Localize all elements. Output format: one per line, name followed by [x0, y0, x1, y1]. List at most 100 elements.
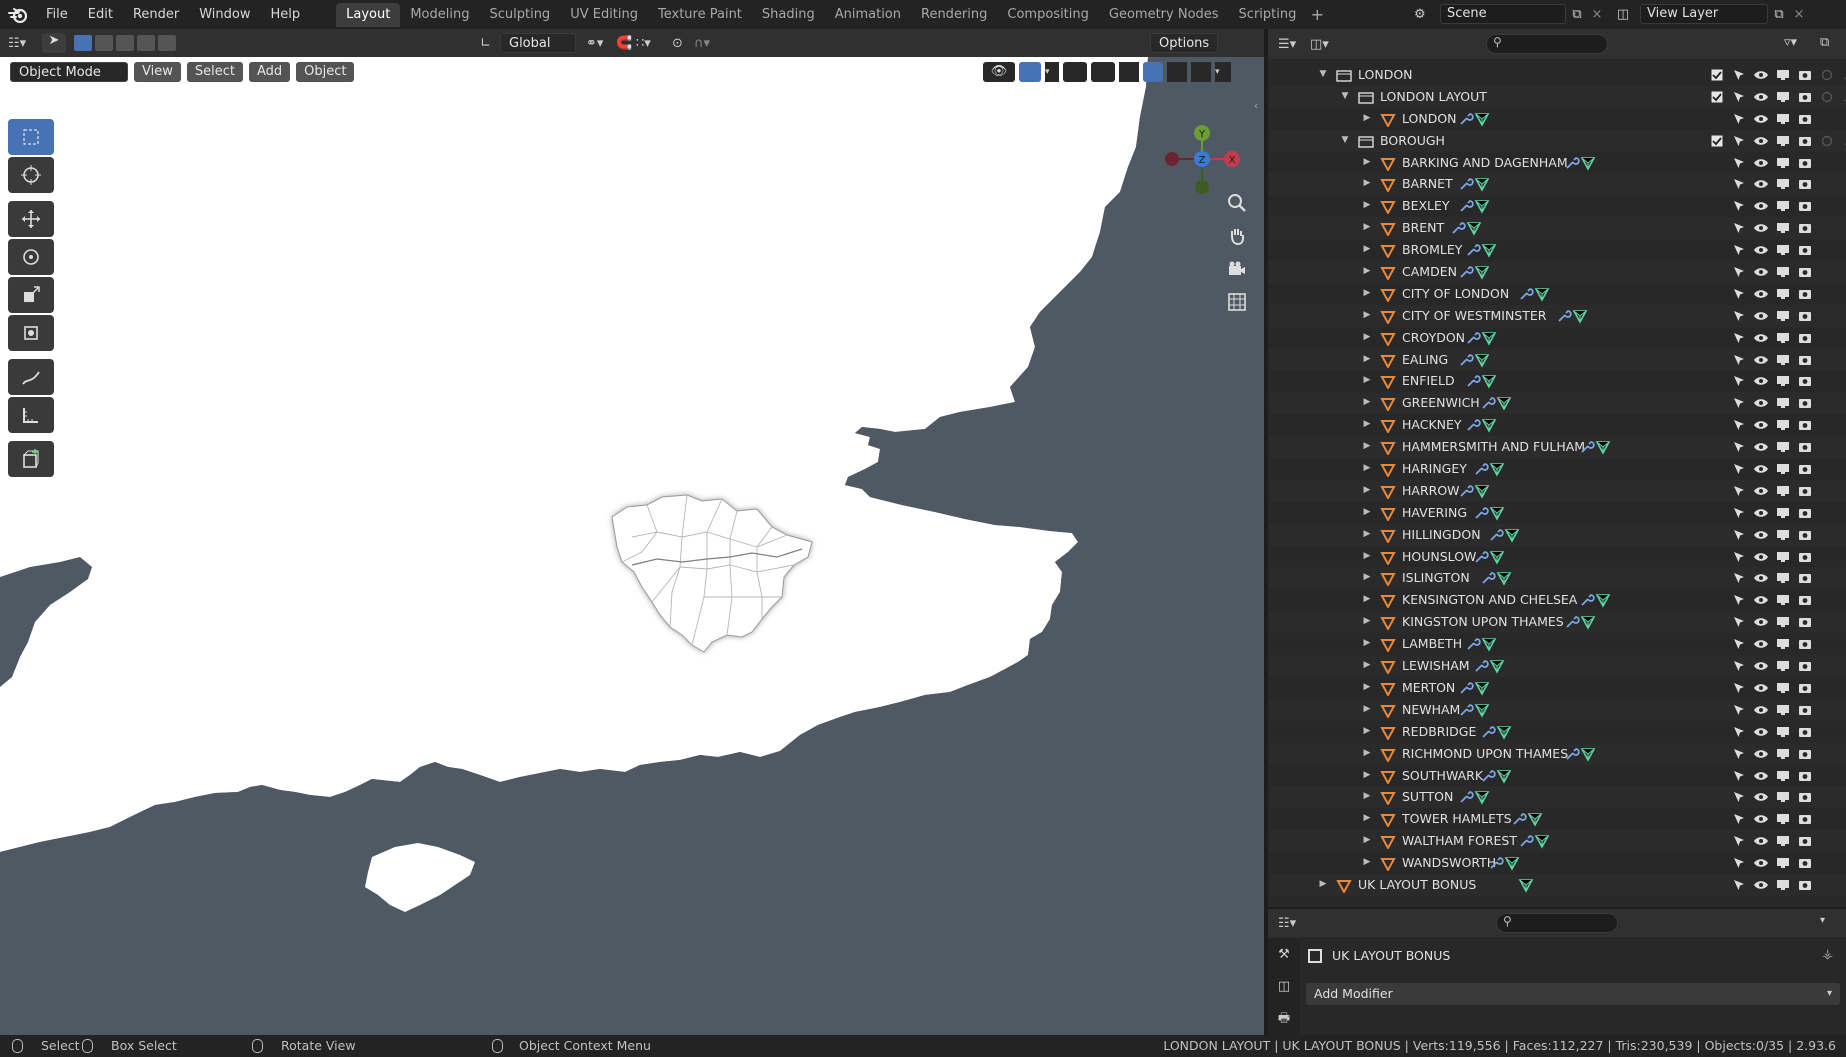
tab-rendering[interactable]: Rendering: [911, 3, 997, 27]
filter-icon[interactable]: ▿▾: [1784, 35, 1797, 50]
exclude-checkbox[interactable]: [1706, 417, 1728, 433]
exclude-checkbox[interactable]: [1706, 133, 1728, 149]
expand-toggle-icon[interactable]: ▶: [1362, 655, 1372, 677]
gizmo-toggle-icon[interactable]: [1019, 62, 1041, 82]
select-mode-subtract-icon[interactable]: [116, 35, 134, 51]
render-camera-icon[interactable]: [1794, 352, 1816, 368]
tab-texture-paint[interactable]: Texture Paint: [648, 3, 752, 27]
exclude-checkbox[interactable]: [1706, 789, 1728, 805]
render-camera-icon[interactable]: [1794, 746, 1816, 762]
render-camera-icon[interactable]: [1794, 483, 1816, 499]
viewport-monitor-icon[interactable]: [1772, 658, 1794, 674]
tab-scripting[interactable]: Scripting: [1229, 3, 1307, 27]
expand-toggle-icon[interactable]: ▶: [1362, 852, 1372, 874]
outliner-object-borough[interactable]: ▶ HACKNEY: [1268, 414, 1846, 436]
expand-toggle-icon[interactable]: ▶: [1362, 567, 1372, 589]
selectable-arrow-icon[interactable]: [1728, 461, 1750, 477]
viewport-monitor-icon[interactable]: [1772, 198, 1794, 214]
visibility-eye-icon[interactable]: [1750, 549, 1772, 565]
view-layer-field[interactable]: View Layer: [1640, 4, 1768, 24]
viewport-monitor-icon[interactable]: [1772, 877, 1794, 893]
visibility-eye-icon[interactable]: [1750, 702, 1772, 718]
selectable-arrow-icon[interactable]: [1728, 67, 1750, 83]
viewport-monitor-icon[interactable]: [1772, 636, 1794, 652]
selectable-arrow-icon[interactable]: [1728, 702, 1750, 718]
gizmo-neg-y-axis[interactable]: [1195, 180, 1209, 194]
new-view-layer-icon[interactable]: ⧉: [1768, 7, 1790, 22]
render-camera-icon[interactable]: [1794, 373, 1816, 389]
expand-toggle-icon[interactable]: ▶: [1362, 830, 1372, 852]
viewport-monitor-icon[interactable]: [1772, 746, 1794, 762]
tab-shading[interactable]: Shading: [752, 3, 825, 27]
outliner-object-borough[interactable]: ▶ REDBRIDGE: [1268, 721, 1846, 743]
exclude-checkbox[interactable]: [1706, 352, 1728, 368]
select-tool-icon[interactable]: ➤: [42, 33, 66, 53]
expand-toggle-icon[interactable]: ▶: [1362, 392, 1372, 414]
selectable-arrow-icon[interactable]: [1728, 133, 1750, 149]
expand-toggle-icon[interactable]: ▶: [1362, 677, 1372, 699]
tab-compositing[interactable]: Compositing: [997, 3, 1099, 27]
render-camera-icon[interactable]: [1794, 286, 1816, 302]
outliner-object-borough[interactable]: ▶ ENFIELD: [1268, 370, 1846, 392]
add-menu[interactable]: Add: [248, 62, 291, 82]
exclude-checkbox[interactable]: [1706, 373, 1728, 389]
outliner-object-borough[interactable]: ▶ CROYDON: [1268, 327, 1846, 349]
viewport-monitor-icon[interactable]: [1772, 483, 1794, 499]
viewport-monitor-icon[interactable]: [1772, 789, 1794, 805]
menu-file[interactable]: File: [36, 0, 78, 29]
mesh-data-icon[interactable]: [1518, 877, 1534, 900]
selectable-arrow-icon[interactable]: [1728, 220, 1750, 236]
visibility-eye-icon[interactable]: [1750, 242, 1772, 258]
expand-toggle-icon[interactable]: ▶: [1362, 195, 1372, 217]
exclude-checkbox[interactable]: [1706, 505, 1728, 521]
viewport-monitor-icon[interactable]: [1772, 592, 1794, 608]
render-camera-icon[interactable]: [1794, 570, 1816, 586]
properties-editor-type-icon[interactable]: ☷▾: [1278, 916, 1312, 931]
exclude-checkbox[interactable]: [1706, 67, 1728, 83]
tab-sculpting[interactable]: Sculpting: [479, 3, 560, 27]
new-scene-icon[interactable]: ⧉: [1566, 7, 1588, 22]
outliner-object-borough[interactable]: ▶ CITY OF WESTMINSTER: [1268, 304, 1846, 327]
selectable-arrow-icon[interactable]: [1728, 242, 1750, 258]
render-camera-icon[interactable]: [1794, 439, 1816, 455]
viewport-monitor-icon[interactable]: [1772, 395, 1794, 411]
outliner-object-borough[interactable]: ▶ EALING: [1268, 348, 1846, 371]
expand-toggle-icon[interactable]: ▶: [1362, 108, 1372, 130]
visibility-dropdown-icon[interactable]: 👁: [983, 62, 1015, 82]
visibility-eye-icon[interactable]: [1750, 461, 1772, 477]
selectable-arrow-icon[interactable]: [1728, 833, 1750, 849]
render-camera-icon[interactable]: [1794, 220, 1816, 236]
render-camera-icon[interactable]: [1794, 133, 1816, 149]
tab-animation[interactable]: Animation: [825, 3, 911, 27]
visibility-eye-icon[interactable]: [1750, 680, 1772, 696]
outliner-object-uk-layout-bonus[interactable]: ▶ UK LAYOUT BONUS: [1268, 873, 1846, 896]
viewport-monitor-icon[interactable]: [1772, 286, 1794, 302]
outliner-object-borough[interactable]: ▶ SUTTON: [1268, 786, 1846, 809]
visibility-eye-icon[interactable]: [1750, 724, 1772, 740]
expand-toggle-icon[interactable]: ▼: [1340, 130, 1350, 152]
expand-toggle-icon[interactable]: ▼: [1340, 86, 1350, 108]
selectable-arrow-icon[interactable]: [1728, 439, 1750, 455]
viewport-monitor-icon[interactable]: [1772, 155, 1794, 171]
visibility-eye-icon[interactable]: [1750, 264, 1772, 280]
snap-icon[interactable]: 🧲: [616, 36, 636, 51]
viewport-monitor-icon[interactable]: [1772, 242, 1794, 258]
selectable-arrow-icon[interactable]: [1728, 877, 1750, 893]
selectable-arrow-icon[interactable]: [1728, 483, 1750, 499]
expand-toggle-icon[interactable]: ▶: [1362, 370, 1372, 392]
outliner-object-borough[interactable]: ▶ HARROW: [1268, 479, 1846, 502]
outliner-collection-london[interactable]: ▼ LONDON: [1268, 64, 1846, 86]
selectable-arrow-icon[interactable]: [1728, 527, 1750, 543]
expand-toggle-icon[interactable]: ▶: [1362, 699, 1372, 721]
viewport-monitor-icon[interactable]: [1772, 614, 1794, 630]
outliner-object-borough[interactable]: ▶ HAMMERSMITH AND FULHAM: [1268, 436, 1846, 459]
indirect-only-icon[interactable]: [1838, 67, 1846, 83]
outliner-object-borough[interactable]: ▶ CITY OF LONDON: [1268, 283, 1846, 305]
render-camera-icon[interactable]: [1794, 636, 1816, 652]
exclude-checkbox[interactable]: [1706, 614, 1728, 630]
exclude-checkbox[interactable]: [1706, 680, 1728, 696]
selectable-arrow-icon[interactable]: [1728, 811, 1750, 827]
visibility-eye-icon[interactable]: [1750, 855, 1772, 871]
gizmo-dropdown-icon[interactable]: ▾: [1045, 62, 1059, 82]
exclude-checkbox[interactable]: [1706, 308, 1728, 324]
